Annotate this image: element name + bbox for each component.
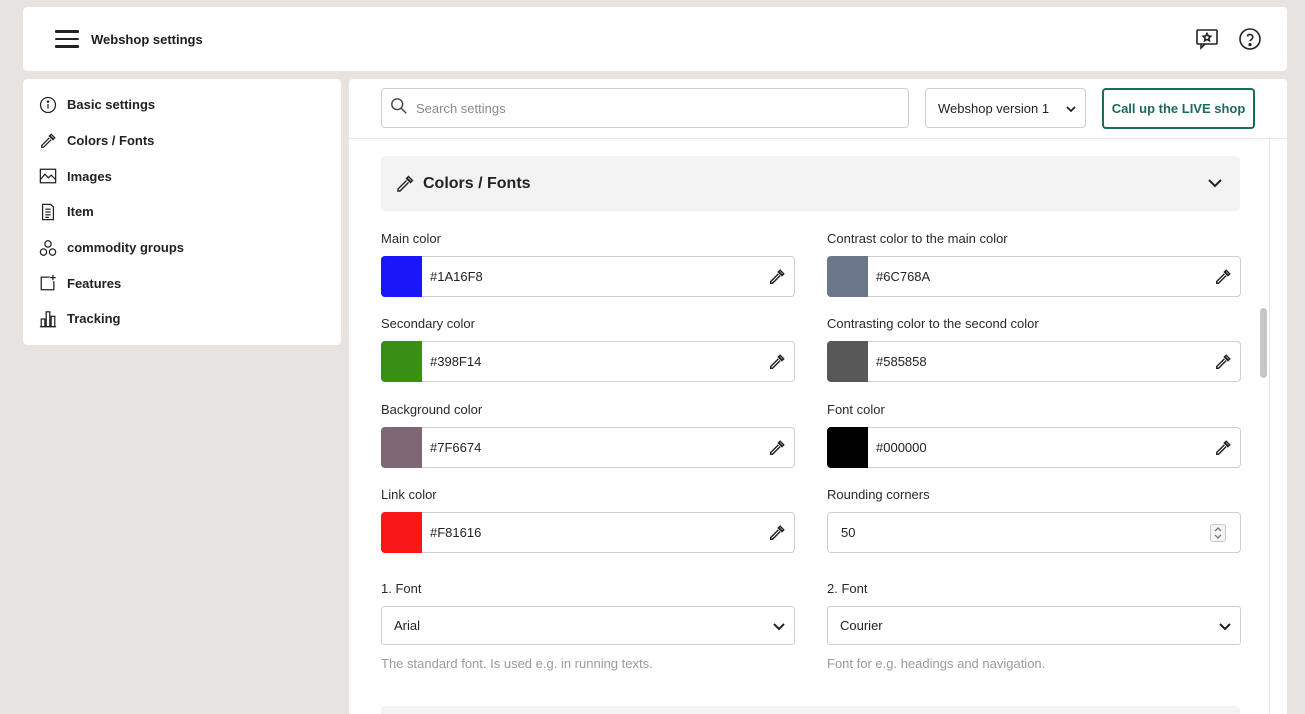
rounding-corners-label: Rounding corners — [827, 487, 930, 502]
page-title: Webshop settings — [91, 32, 203, 47]
rounding-corners-input[interactable]: 50 — [827, 512, 1241, 553]
font1-value: Arial — [394, 618, 421, 633]
sidebar-item-label: Colors / Fonts — [67, 133, 155, 149]
eyedropper-icon[interactable] — [768, 353, 786, 371]
sidebar: Basic settings Colors / Fonts Images Ite… — [23, 79, 341, 345]
eyedropper-icon[interactable] — [768, 439, 786, 457]
background-color-field[interactable]: #7F6674 — [381, 426, 795, 468]
contrast-main-label: Contrast color to the main color — [827, 231, 1008, 246]
sidebar-item-basic-settings[interactable]: Basic settings — [23, 87, 341, 123]
sidebar-item-label: Features — [67, 275, 122, 291]
main-color-field[interactable]: #1A16F8 — [381, 255, 795, 297]
feedback-star-icon[interactable] — [1195, 27, 1219, 51]
eyedropper-icon — [38, 131, 58, 151]
eyedropper-icon[interactable] — [768, 524, 786, 542]
sidebar-item-features[interactable]: Features — [23, 265, 341, 301]
sidebar-item-label: Basic settings — [67, 97, 156, 113]
info-icon — [38, 95, 58, 115]
eyedropper-icon[interactable] — [768, 268, 786, 286]
sidebar-item-commodity-groups[interactable]: commodity groups — [23, 230, 341, 266]
menu-icon[interactable] — [55, 30, 79, 48]
rounding-corners-value[interactable]: 50 — [841, 525, 855, 540]
link-color-field[interactable]: #F81616 — [381, 511, 795, 553]
call-live-shop-button[interactable]: Call up the LIVE shop — [1102, 88, 1255, 129]
main-color-label: Main color — [381, 231, 441, 246]
contrast-main-field[interactable]: #6C768A — [827, 255, 1241, 297]
sidebar-item-label: Images — [67, 168, 112, 184]
scrollbar-thumb[interactable] — [1260, 308, 1267, 378]
contrast-second-field[interactable]: #585858 — [827, 340, 1241, 382]
search-box[interactable] — [381, 88, 909, 128]
image-icon — [38, 166, 58, 186]
number-stepper-icon[interactable] — [1210, 524, 1226, 542]
main-color-value[interactable]: #1A16F8 — [430, 269, 483, 284]
background-color-label: Background color — [381, 402, 483, 417]
main-panel: Webshop version 1 Call up the LIVE shop … — [349, 79, 1287, 714]
eyedropper-icon[interactable] — [1214, 439, 1232, 457]
font-color-value[interactable]: #000000 — [876, 440, 927, 455]
font-color-swatch[interactable] — [827, 426, 868, 468]
chevron-down-icon — [772, 619, 786, 636]
sidebar-item-label: Item — [67, 204, 94, 220]
search-icon — [390, 97, 408, 120]
bar-chart-icon — [38, 309, 58, 329]
search-input[interactable] — [416, 100, 896, 116]
document-icon — [38, 202, 58, 222]
add-feature-icon — [38, 273, 58, 293]
chevron-down-icon — [1218, 619, 1232, 636]
secondary-color-swatch[interactable] — [381, 340, 422, 382]
next-section-header[interactable] — [381, 706, 1240, 714]
font-color-field[interactable]: #000000 — [827, 426, 1241, 468]
font-color-label: Font color — [827, 402, 885, 417]
sidebar-item-label: Tracking — [67, 311, 121, 327]
font1-select[interactable]: Arial — [381, 606, 795, 645]
font2-hint: Font for e.g. headings and navigation. — [827, 656, 1046, 671]
background-color-swatch[interactable] — [381, 426, 422, 468]
version-selected-value: Webshop version 1 — [938, 100, 1050, 116]
eyedropper-icon[interactable] — [1214, 268, 1232, 286]
font1-label: 1. Font — [381, 581, 422, 596]
help-icon[interactable] — [1238, 27, 1262, 51]
font2-select[interactable]: Courier — [827, 606, 1241, 645]
secondary-color-label: Secondary color — [381, 316, 475, 331]
contrast-second-swatch[interactable] — [827, 340, 868, 382]
sidebar-item-images[interactable]: Images — [23, 158, 341, 194]
top-bar: Webshop settings — [23, 7, 1287, 71]
main-color-swatch[interactable] — [381, 255, 422, 297]
webshop-version-select[interactable]: Webshop version 1 — [925, 88, 1086, 128]
eyedropper-icon[interactable] — [1214, 353, 1232, 371]
scrollbar-track[interactable] — [1269, 139, 1283, 714]
section-title: Colors / Fonts — [423, 174, 531, 192]
font2-label: 2. Font — [827, 581, 868, 596]
contrast-second-label: Contrasting color to the second color — [827, 316, 1039, 331]
font2-value: Courier — [840, 618, 883, 633]
sidebar-item-tracking[interactable]: Tracking — [23, 301, 341, 337]
eyedropper-icon — [395, 174, 415, 194]
groups-icon — [38, 238, 58, 258]
main-toolbar: Webshop version 1 Call up the LIVE shop — [349, 79, 1287, 139]
section-header-colors-fonts[interactable]: Colors / Fonts — [381, 156, 1240, 211]
contrast-second-value[interactable]: #585858 — [876, 354, 927, 369]
sidebar-item-label: commodity groups — [67, 240, 185, 256]
secondary-color-value[interactable]: #398F14 — [430, 354, 481, 369]
background-color-value[interactable]: #7F6674 — [430, 440, 481, 455]
link-color-swatch[interactable] — [381, 511, 422, 553]
link-color-value[interactable]: #F81616 — [430, 525, 481, 540]
secondary-color-field[interactable]: #398F14 — [381, 340, 795, 382]
sidebar-item-colors-fonts[interactable]: Colors / Fonts — [23, 123, 341, 159]
link-color-label: Link color — [381, 487, 437, 502]
chevron-down-icon[interactable] — [1206, 174, 1224, 197]
contrast-main-swatch[interactable] — [827, 255, 868, 297]
sidebar-item-item[interactable]: Item — [23, 194, 341, 230]
contrast-main-value[interactable]: #6C768A — [876, 269, 930, 284]
font1-hint: The standard font. Is used e.g. in runni… — [381, 656, 653, 671]
chevron-down-icon — [1065, 103, 1077, 118]
